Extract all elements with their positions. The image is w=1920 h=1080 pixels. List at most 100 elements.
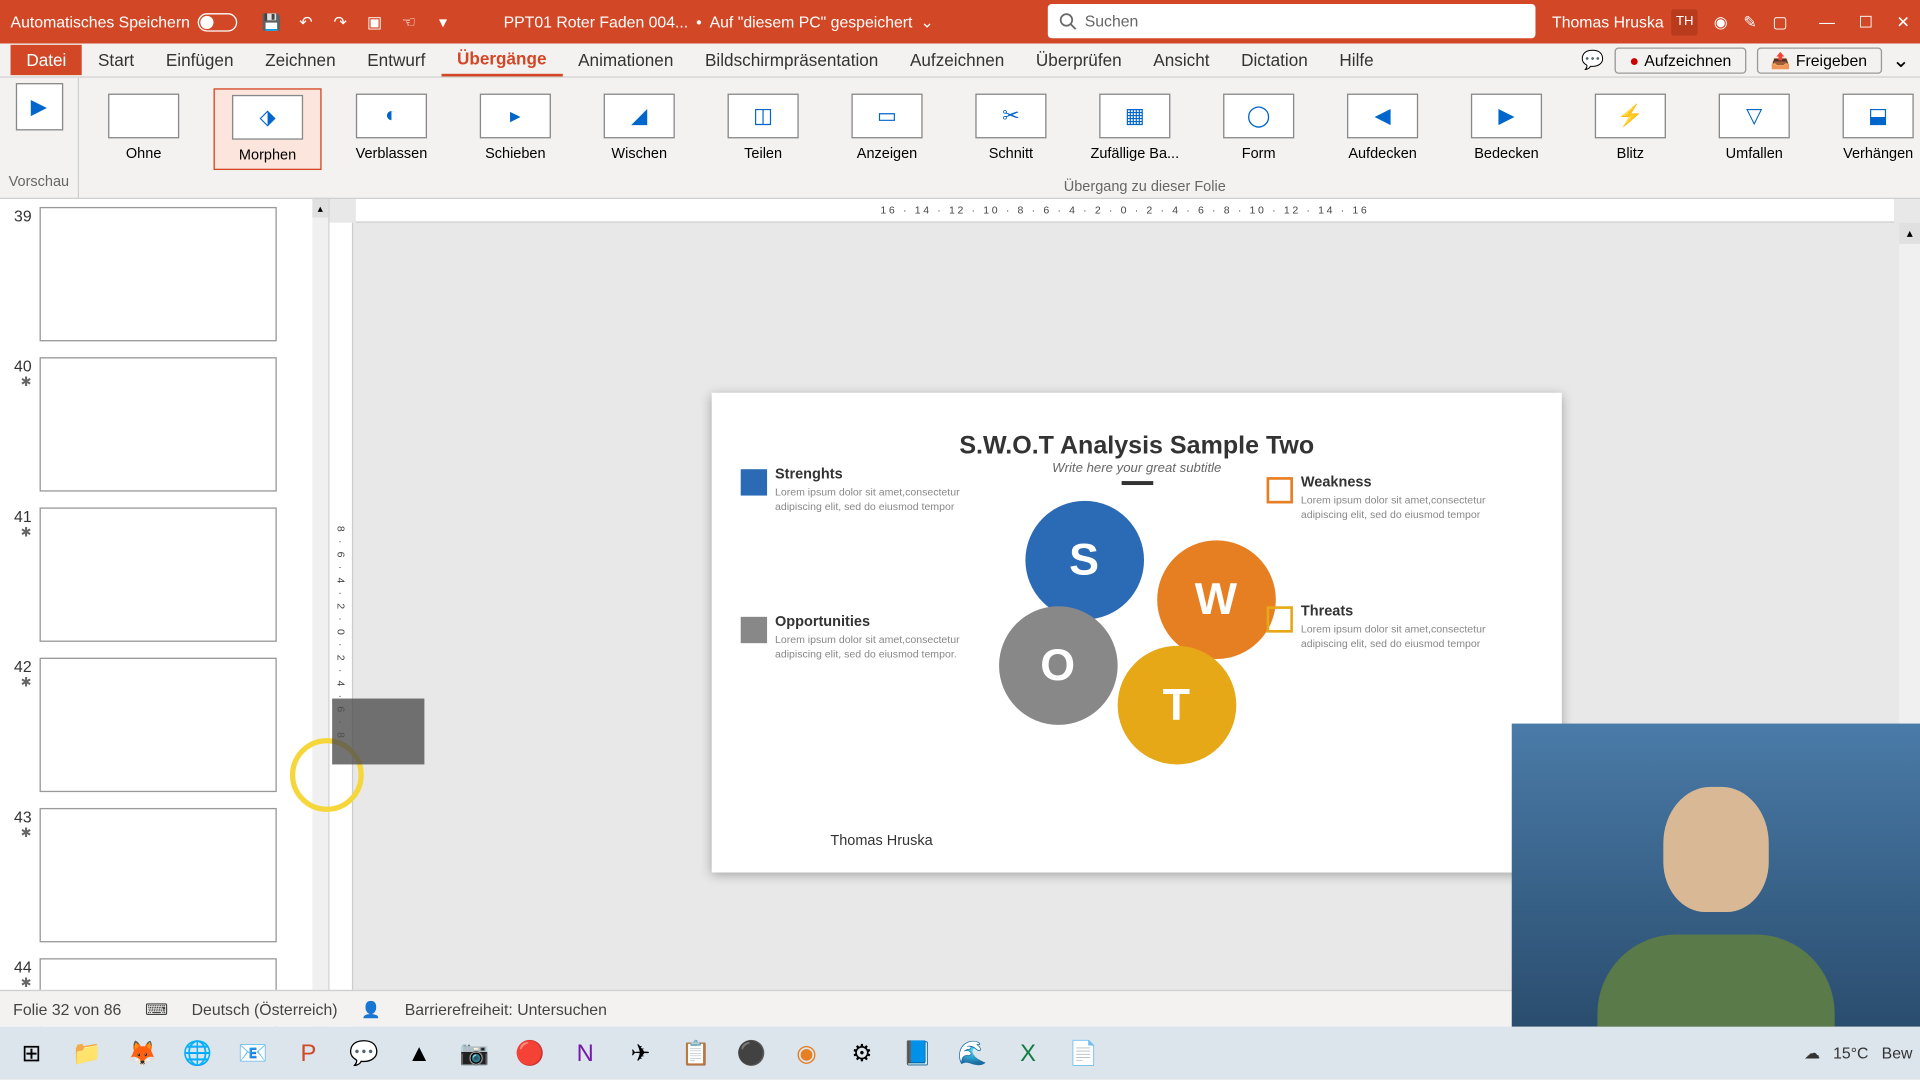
app-icon[interactable]: ◉ [783, 1032, 830, 1074]
obs-icon[interactable]: ⚫ [728, 1032, 775, 1074]
transition-aufdecken[interactable]: ◀Aufdecken [1329, 88, 1437, 170]
scroll-up-icon[interactable]: ▴ [312, 199, 328, 217]
excel-icon[interactable]: X [1004, 1032, 1051, 1074]
transition-blitz[interactable]: ⚡Blitz [1576, 88, 1684, 170]
thumbnail-image[interactable] [40, 357, 277, 491]
thumbnail-image[interactable] [40, 658, 277, 792]
firefox-icon[interactable]: 🦊 [119, 1032, 166, 1074]
sync-icon[interactable]: ◉ [1714, 13, 1728, 31]
tab-überprüfen[interactable]: Überprüfen [1020, 45, 1137, 75]
outlook-icon[interactable]: 📧 [229, 1032, 276, 1074]
swot-diagram[interactable]: S W O T [985, 501, 1288, 765]
chrome-icon[interactable]: 🌐 [174, 1032, 221, 1074]
qat-more-icon[interactable]: ▾ [432, 11, 453, 32]
transition-ohne[interactable]: Ohne [90, 88, 198, 170]
close-icon[interactable]: ✕ [1897, 13, 1910, 31]
ribbon-display-icon[interactable]: ▢ [1772, 13, 1787, 31]
thumbnail-image[interactable] [40, 207, 277, 341]
text-strengths[interactable]: StrenghtsLorem ipsum dolor sit amet,cons… [775, 467, 973, 515]
language-status[interactable]: Deutsch (Österreich) [192, 1000, 338, 1018]
tab-animationen[interactable]: Animationen [562, 45, 689, 75]
telegram-icon[interactable]: ✈ [617, 1032, 664, 1074]
thumbnail-image[interactable] [40, 808, 277, 942]
transition-teilen[interactable]: ◫Teilen [709, 88, 817, 170]
transition-verhängen[interactable]: ⬓Verhängen [1824, 88, 1920, 170]
circle-s[interactable]: S [1025, 501, 1144, 620]
draw-icon[interactable]: ✎ [1743, 13, 1756, 31]
slide-thumbnails-panel[interactable]: 3940✱41✱42✱43✱44✱45✱ ▴ ▾ [0, 199, 330, 1043]
thumbnail-43[interactable]: 43✱ [0, 800, 328, 950]
redo-icon[interactable]: ↷ [330, 11, 351, 32]
file-name[interactable]: PPT01 Roter Faden 004... [504, 13, 689, 31]
present-icon[interactable]: ▣ [364, 11, 385, 32]
edge-icon[interactable]: 🌊 [949, 1032, 996, 1074]
chevron-down-icon[interactable]: ⌄ [1892, 47, 1910, 73]
save-icon[interactable]: 💾 [261, 11, 282, 32]
user-account[interactable]: Thomas Hruska TH [1552, 9, 1698, 35]
tab-file[interactable]: Datei [11, 45, 83, 75]
search-input[interactable]: Suchen [1048, 4, 1536, 38]
slide[interactable]: S.W.O.T Analysis Sample Two Write here y… [712, 393, 1562, 873]
weather-text[interactable]: Bew [1882, 1044, 1913, 1062]
transition-bedecken[interactable]: ▶Bedecken [1452, 88, 1560, 170]
thumbnail-42[interactable]: 42✱ [0, 650, 328, 800]
app-icon[interactable]: ⚙ [838, 1032, 885, 1074]
tab-start[interactable]: Start [82, 45, 150, 75]
transition-verblassen[interactable]: ◐Verblassen [337, 88, 445, 170]
transition-schieben[interactable]: ▸Schieben [461, 88, 569, 170]
start-icon[interactable]: ⊞ [8, 1032, 55, 1074]
scroll-up-icon[interactable]: ▴ [1899, 223, 1920, 244]
record-button[interactable]: ●Aufzeichnen [1615, 47, 1746, 73]
thumbnail-41[interactable]: 41✱ [0, 500, 328, 650]
temperature[interactable]: 15°C [1833, 1044, 1868, 1062]
tab-einfügen[interactable]: Einfügen [150, 45, 249, 75]
tab-übergänge[interactable]: Übergänge [441, 43, 562, 76]
weather-icon[interactable]: ☁ [1804, 1044, 1820, 1062]
share-button[interactable]: 📤Freigeben [1756, 47, 1881, 73]
comments-icon[interactable]: 💬 [1581, 49, 1604, 71]
toggle-switch[interactable] [198, 13, 238, 31]
powerpoint-icon[interactable]: P [285, 1032, 332, 1074]
slide-counter[interactable]: Folie 32 von 86 [13, 1000, 121, 1018]
author-name[interactable]: Thomas Hruska [830, 833, 932, 849]
circle-w[interactable]: W [1157, 540, 1276, 659]
vlc-icon[interactable]: ▲ [395, 1032, 442, 1074]
tab-aufzeichnen[interactable]: Aufzeichnen [894, 45, 1020, 75]
app-icon[interactable]: 🔴 [506, 1032, 553, 1074]
transition-zufällige ba...[interactable]: ▦Zufällige Ba... [1081, 88, 1189, 170]
tab-ansicht[interactable]: Ansicht [1137, 45, 1225, 75]
app-icon[interactable]: 📋 [672, 1032, 719, 1074]
transition-schnitt[interactable]: ✂Schnitt [957, 88, 1065, 170]
tab-zeichnen[interactable]: Zeichnen [249, 45, 351, 75]
text-threats[interactable]: ThreatsLorem ipsum dolor sit amet,consec… [1301, 604, 1499, 652]
onenote-icon[interactable]: N [561, 1032, 608, 1074]
explorer-icon[interactable]: 📁 [63, 1032, 110, 1074]
transition-umfallen[interactable]: ▽Umfallen [1700, 88, 1808, 170]
accessibility-status[interactable]: Barrierefreiheit: Untersuchen [405, 1000, 607, 1018]
undo-icon[interactable]: ↶ [295, 11, 316, 32]
thumbnail-40[interactable]: 40✱ [0, 349, 328, 499]
app-icon[interactable]: 💬 [340, 1032, 387, 1074]
text-opportunities[interactable]: OpportunitiesLorem ipsum dolor sit amet,… [775, 614, 973, 662]
chevron-down-icon[interactable]: ⌄ [920, 13, 933, 31]
minimize-icon[interactable]: — [1819, 13, 1835, 31]
thumbnail-image[interactable] [40, 507, 277, 641]
circle-o[interactable]: O [998, 606, 1117, 725]
app-icon[interactable]: 📷 [451, 1032, 498, 1074]
touch-icon[interactable]: ☜ [398, 11, 419, 32]
thumbnail-scrollbar[interactable]: ▴ ▾ [312, 199, 328, 1043]
tab-dictation[interactable]: Dictation [1225, 45, 1323, 75]
circle-t[interactable]: T [1117, 646, 1236, 765]
maximize-icon[interactable]: ☐ [1859, 13, 1873, 31]
saved-status[interactable]: Auf "diesem PC" gespeichert [710, 13, 913, 31]
thumbnail-39[interactable]: 39 [0, 199, 328, 349]
transition-anzeigen[interactable]: ▭Anzeigen [833, 88, 941, 170]
slide-title[interactable]: S.W.O.T Analysis Sample Two [764, 432, 1509, 461]
tab-hilfe[interactable]: Hilfe [1324, 45, 1390, 75]
text-weakness[interactable]: WeaknessLorem ipsum dolor sit amet,conse… [1301, 474, 1499, 522]
transition-wischen[interactable]: ◢Wischen [585, 88, 693, 170]
app-icon[interactable]: 📘 [894, 1032, 941, 1074]
transition-morphen[interactable]: ⬗Morphen [214, 88, 322, 170]
autosave-toggle[interactable]: Automatisches Speichern [11, 13, 238, 31]
preview-icon[interactable]: ▶ [15, 83, 62, 130]
